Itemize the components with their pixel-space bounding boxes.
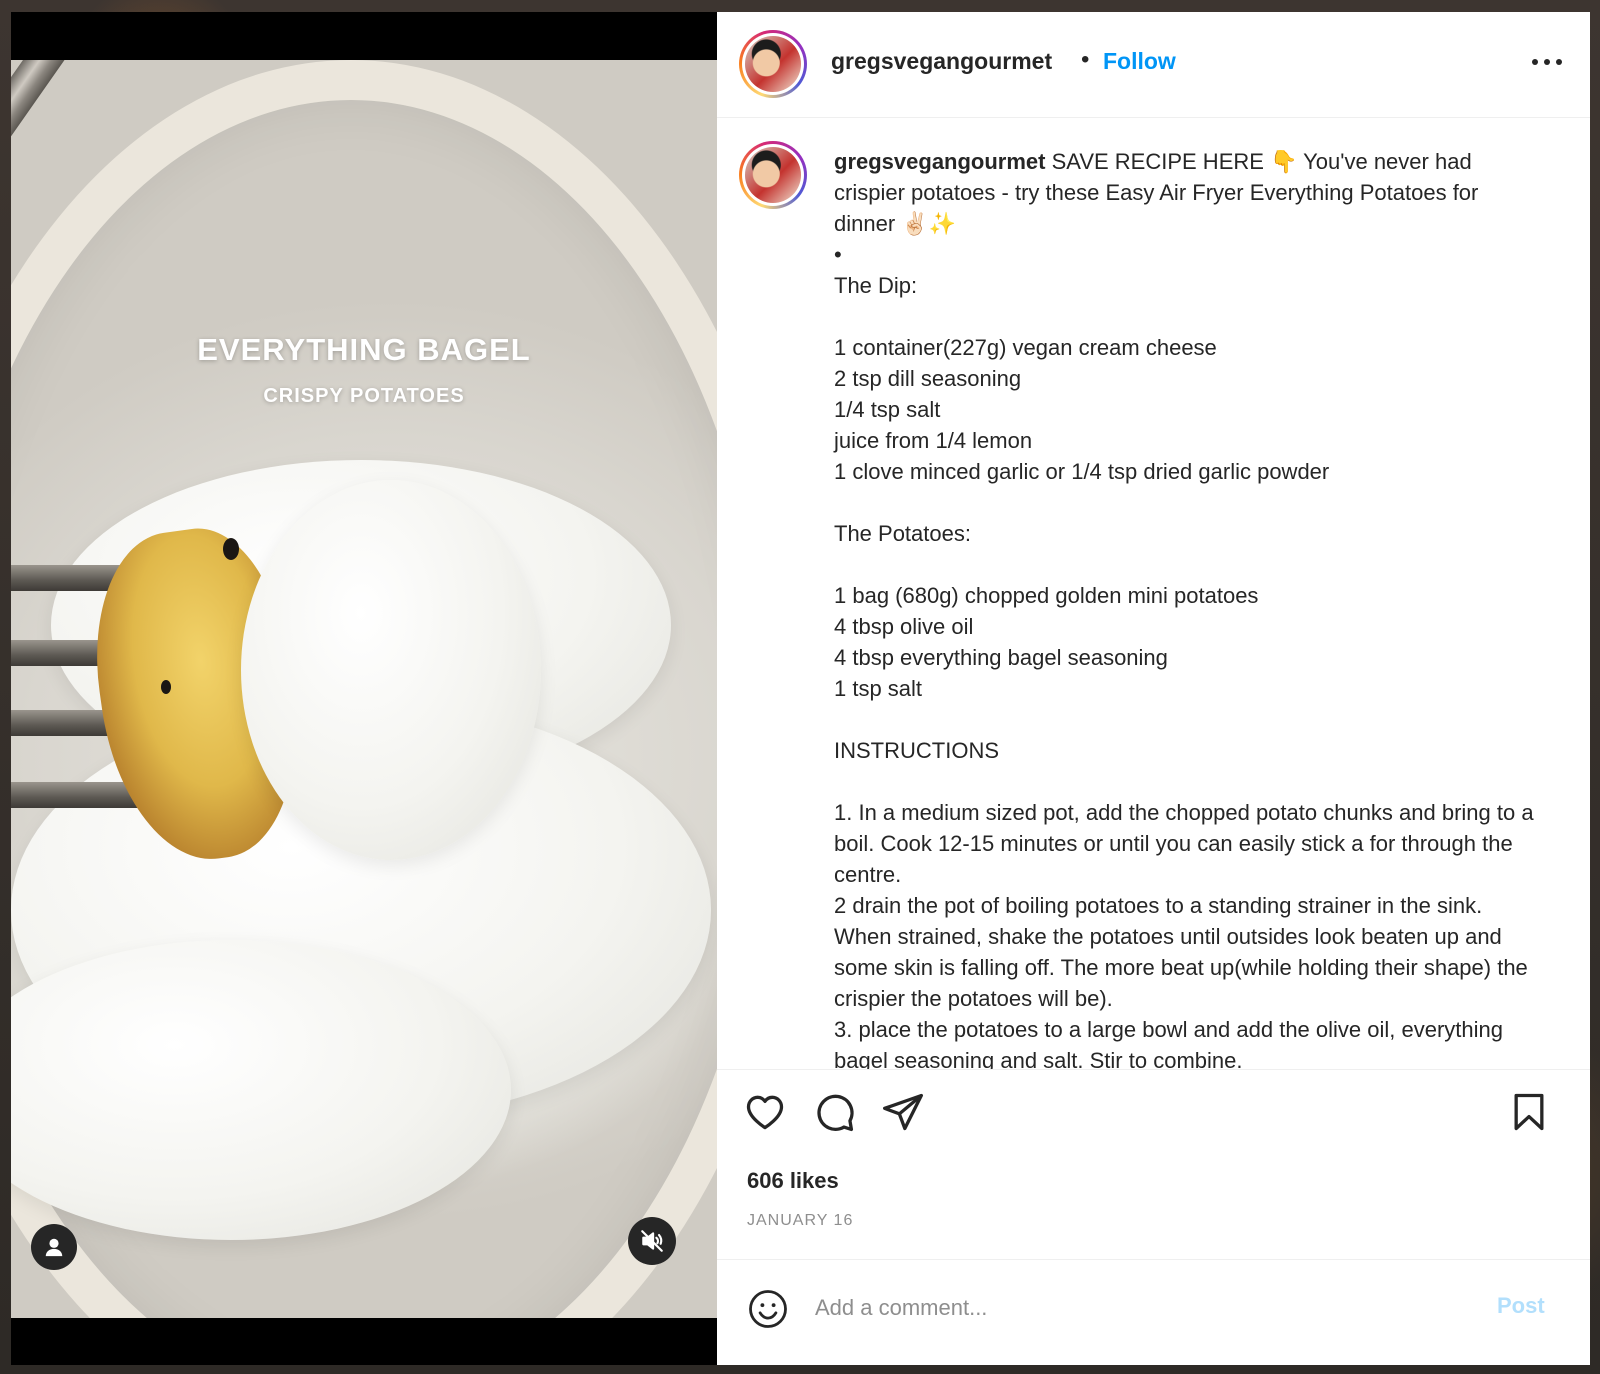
- dip: [241, 480, 541, 860]
- post-header: gregsvegangourmet • Follow: [717, 12, 1590, 118]
- follow-button[interactable]: Follow: [1103, 48, 1176, 75]
- caption-text: SAVE RECIPE HERE 👇 You've never had cris…: [834, 149, 1534, 1069]
- comment-icon[interactable]: [812, 1090, 856, 1134]
- send-icon[interactable]: [881, 1090, 925, 1134]
- separator-dot: •: [1081, 46, 1090, 73]
- heart-icon[interactable]: [743, 1090, 787, 1134]
- post-media[interactable]: EVERYTHING BAGEL CRISPY POTATOES: [11, 12, 717, 1365]
- comment-bar: Post: [717, 1259, 1590, 1365]
- action-bar: 606 likes JANUARY 16: [717, 1069, 1590, 1269]
- tagged-users-button[interactable]: [31, 1224, 77, 1270]
- caption: gregsvegangourmet SAVE RECIPE HERE 👇 You…: [834, 146, 1534, 1069]
- smiley-icon[interactable]: [747, 1288, 789, 1330]
- post-panel: gregsvegangourmet • Follow gregsvegangou…: [717, 12, 1590, 1365]
- header-username[interactable]: gregsvegangourmet: [831, 48, 1052, 75]
- caption-username[interactable]: gregsvegangourmet: [834, 149, 1046, 174]
- post-date: JANUARY 16: [747, 1212, 854, 1229]
- avatar[interactable]: [739, 30, 807, 98]
- post-button[interactable]: Post: [1497, 1293, 1545, 1319]
- bookmark-icon[interactable]: [1507, 1090, 1551, 1134]
- post-photo[interactable]: [11, 60, 717, 1318]
- seed: [223, 538, 239, 560]
- user-icon: [45, 1238, 63, 1257]
- avatar[interactable]: [739, 141, 807, 209]
- overlay-title: EVERYTHING BAGEL: [197, 332, 531, 367]
- comment-input[interactable]: [815, 1286, 1455, 1330]
- more-icon[interactable]: [1527, 50, 1567, 74]
- overlay-subtitle: CRISPY POTATOES: [263, 385, 465, 407]
- caption-area[interactable]: gregsvegangourmet SAVE RECIPE HERE 👇 You…: [717, 119, 1590, 1069]
- likes-count[interactable]: 606 likes: [747, 1168, 839, 1194]
- seed: [161, 680, 171, 694]
- mute-button[interactable]: [628, 1217, 676, 1265]
- muted-speaker-icon: [641, 1230, 663, 1252]
